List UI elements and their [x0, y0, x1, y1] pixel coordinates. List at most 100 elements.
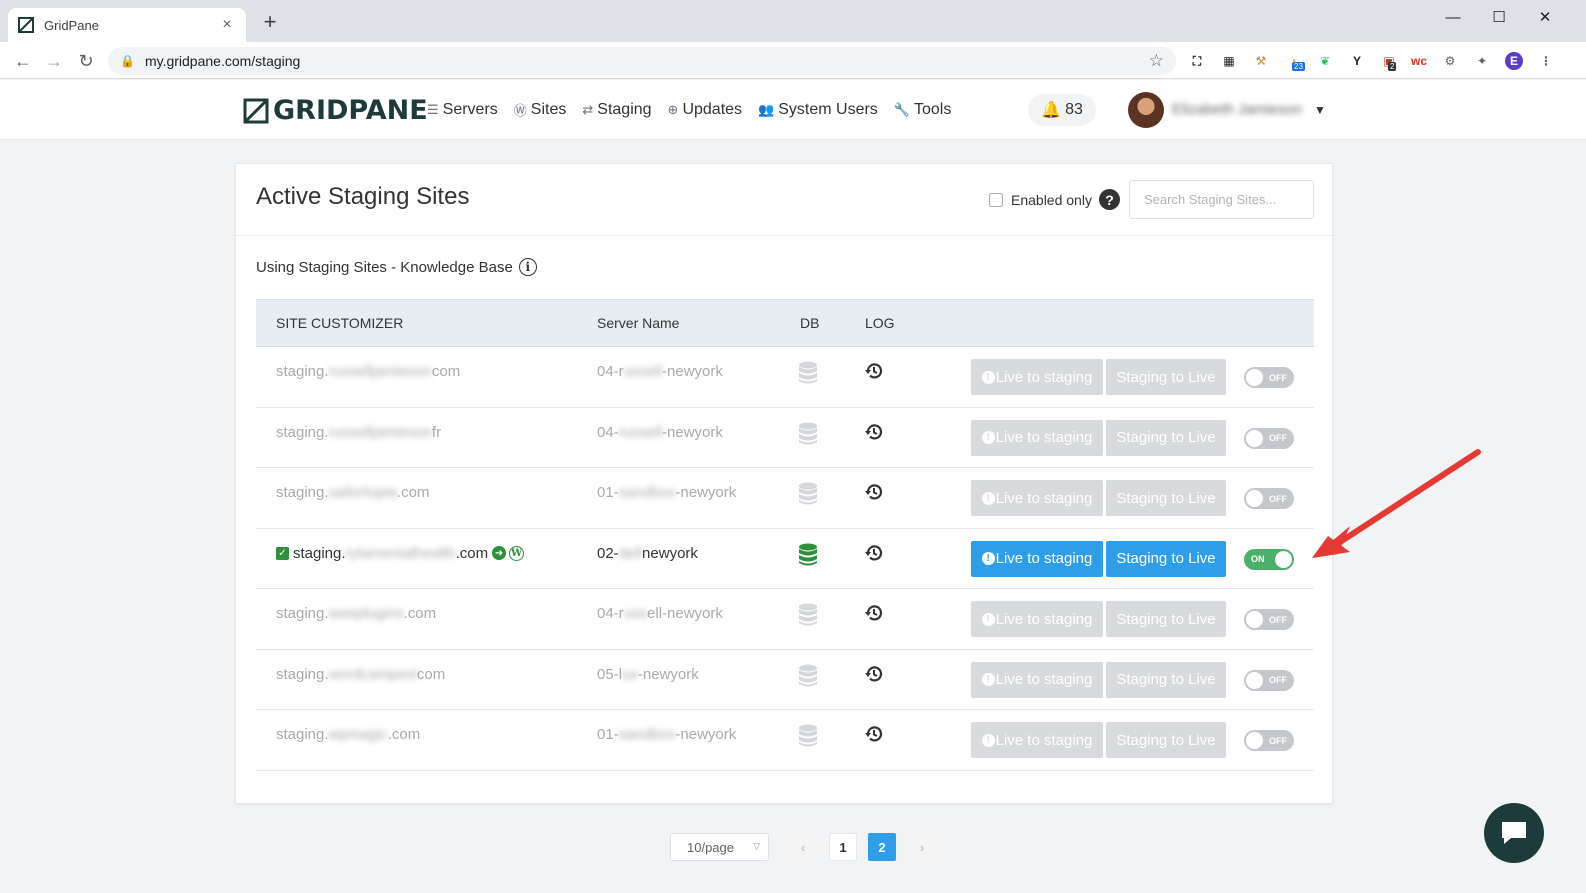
history-log-icon[interactable]: [864, 482, 884, 502]
address-bar[interactable]: 🔒 my.gridpane.com/staging ☆: [108, 47, 1176, 75]
staging-toggle[interactable]: OFF: [1244, 730, 1294, 751]
nav-system-users[interactable]: 👥 System Users: [758, 100, 878, 119]
live-to-staging-button[interactable]: ! Live to staging: [971, 480, 1103, 516]
enabled-only-checkbox[interactable]: [989, 193, 1003, 207]
toggle-label: OFF: [1269, 372, 1287, 383]
evernote-icon[interactable]: ❦: [1316, 52, 1334, 70]
page-size-select[interactable]: 10/page ▽: [670, 833, 769, 861]
history-log-icon[interactable]: [864, 603, 884, 623]
gridpane-logo[interactable]: GRIDPANE: [243, 95, 428, 126]
go-to-site-icon[interactable]: ➜: [492, 546, 507, 560]
nav-staging[interactable]: ⇄ Staging: [582, 100, 651, 119]
live-to-staging-button[interactable]: ! Live to staging: [971, 359, 1103, 395]
wordpress-admin-icon[interactable]: W: [509, 545, 525, 561]
server-name-redacted: dell: [618, 544, 643, 562]
notifications-count: 83: [1065, 101, 1083, 118]
column-log: LOG: [865, 315, 895, 331]
staging-sites-card: Active Staging Sites Enabled only ? Usin…: [235, 163, 1333, 804]
enabled-only-filter[interactable]: Enabled only: [989, 192, 1092, 208]
history-log-icon[interactable]: [864, 361, 884, 381]
chat-widget-button[interactable]: [1484, 803, 1544, 863]
prev-page-button[interactable]: ‹: [789, 833, 817, 861]
knowledge-base-link[interactable]: Using Staging Sites - Knowledge Base i: [256, 258, 537, 276]
site-suffix: .com: [396, 484, 430, 501]
notifications-button[interactable]: 🔔 83: [1028, 94, 1096, 126]
warning-icon: !: [981, 491, 995, 505]
live-to-staging-button[interactable]: ! Live to staging: [971, 722, 1103, 758]
history-log-icon[interactable]: [864, 664, 884, 684]
page-2-button[interactable]: 2: [868, 833, 896, 861]
staging-to-live-button[interactable]: Staging to Live: [1106, 419, 1226, 456]
nav-updates[interactable]: ⊕ Updates: [668, 100, 743, 119]
page-1-button[interactable]: 1: [829, 833, 857, 861]
bookmark-star-icon[interactable]: ☆: [1149, 51, 1164, 71]
live-to-staging-button[interactable]: ! Live to staging: [971, 661, 1103, 698]
staging-toggle[interactable]: OFF: [1244, 609, 1294, 630]
live-to-staging-button[interactable]: ! Live to staging: [971, 601, 1103, 637]
history-log-icon[interactable]: [864, 422, 884, 442]
info-icon[interactable]: i: [518, 258, 537, 276]
live-to-staging-label: Live to staging: [995, 610, 1093, 628]
staging-sites-table: SITE CUSTOMIZER Server Name DB LOG stagi…: [256, 299, 1314, 771]
server-name: 04-russell-newyork: [597, 363, 723, 380]
minimize-button[interactable]: —: [1430, 4, 1476, 30]
gridpane-favicon-icon: [18, 17, 34, 33]
user-menu-caret-icon[interactable]: ▼: [1314, 103, 1326, 117]
screenshot-icon[interactable]: ⛶: [1188, 52, 1206, 70]
staging-toggle[interactable]: OFF: [1244, 427, 1294, 449]
nav-label: Servers: [442, 100, 498, 118]
history-log-icon[interactable]: [864, 543, 884, 563]
apps-grid-icon[interactable]: ▦: [1220, 52, 1238, 70]
avatar[interactable]: [1128, 92, 1164, 128]
url-text[interactable]: my.gridpane.com/staging: [145, 53, 1149, 69]
site-prefix: staging.: [293, 544, 346, 562]
nav-tools[interactable]: 🔧 Tools: [894, 100, 952, 119]
user-name[interactable]: Elizabeth Jamieson: [1172, 101, 1306, 118]
forward-arrow-icon[interactable]: →: [41, 48, 67, 74]
staging-toggle[interactable]: OFF: [1244, 488, 1294, 509]
woocommerce-icon[interactable]: wc: [1410, 52, 1428, 70]
settings-gear-icon[interactable]: ⚙: [1441, 52, 1459, 70]
staging-to-live-button[interactable]: Staging to Live: [1106, 661, 1226, 698]
help-icon[interactable]: ?: [1099, 189, 1120, 210]
browser-tab[interactable]: GridPane ×: [8, 8, 246, 42]
search-input[interactable]: [1129, 180, 1314, 219]
site-domain[interactable]: ✓ staging. rylamentalhealth .com ➜ W: [276, 544, 525, 562]
warning-icon: !: [981, 673, 995, 686]
server-suffix: ell-newyork: [647, 605, 723, 622]
staging-toggle[interactable]: OFF: [1244, 669, 1294, 691]
profile-icon[interactable]: E: [1505, 52, 1523, 70]
close-window-button[interactable]: ✕: [1522, 4, 1568, 30]
history-log-icon[interactable]: [864, 724, 884, 744]
staging-to-live-button[interactable]: Staging to Live: [1106, 722, 1226, 758]
site-prefix: staging.: [276, 423, 329, 441]
staging-to-live-label: Staging to Live: [1116, 671, 1216, 688]
knowledge-base-label: Using Staging Sites - Knowledge Base: [256, 258, 513, 276]
server-name: 04-russell-newyork: [597, 424, 723, 441]
new-tab-button[interactable]: +: [258, 10, 282, 34]
live-to-staging-button[interactable]: ! Live to staging: [971, 540, 1103, 577]
live-to-staging-label: Live to staging: [995, 429, 1093, 446]
yoast-icon[interactable]: Y: [1348, 52, 1366, 70]
staging-toggle[interactable]: ON: [1244, 548, 1294, 570]
live-to-staging-button[interactable]: ! Live to staging: [971, 419, 1103, 456]
nav-servers[interactable]: ☰ Servers: [427, 100, 498, 119]
hammer-icon[interactable]: ⚒: [1252, 52, 1270, 70]
back-arrow-icon[interactable]: ←: [10, 48, 36, 74]
reload-icon[interactable]: ↻: [73, 48, 99, 74]
staging-to-live-button[interactable]: Staging to Live: [1106, 540, 1226, 577]
next-page-button[interactable]: ›: [908, 833, 936, 861]
site-suffix: fr: [431, 423, 442, 441]
staging-toggle[interactable]: OFF: [1244, 367, 1294, 388]
maximize-button[interactable]: ☐: [1476, 4, 1522, 30]
toggle-label: OFF: [1269, 493, 1287, 504]
staging-to-live-button[interactable]: Staging to Live: [1106, 359, 1226, 395]
divider: [236, 235, 1332, 236]
more-menu-icon[interactable]: ⋮: [1537, 52, 1555, 70]
server-prefix: 05-l: [597, 665, 623, 683]
staging-to-live-button[interactable]: Staging to Live: [1106, 480, 1226, 516]
tab-close-icon[interactable]: ×: [218, 16, 236, 34]
staging-to-live-button[interactable]: Staging to Live: [1106, 601, 1226, 637]
puzzle-icon[interactable]: ✦: [1473, 52, 1491, 70]
nav-sites[interactable]: Ⓦ Sites: [514, 100, 567, 119]
